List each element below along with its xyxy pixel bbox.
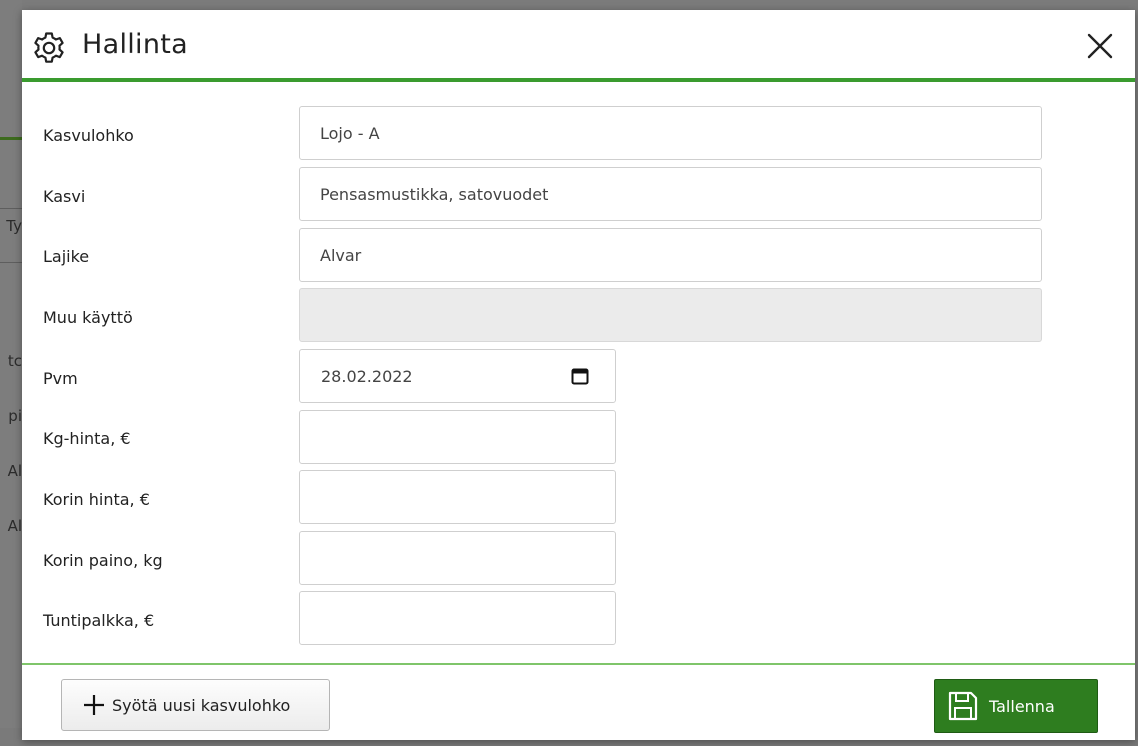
lajike-field[interactable]: Alvar (299, 228, 1042, 282)
save-label: Tallenna (989, 696, 1055, 716)
kg-hinta-field[interactable] (299, 410, 616, 464)
save-button[interactable]: Tallenna (934, 679, 1098, 733)
field-label-tuntipalkka: Tuntipalkka, € (43, 611, 155, 630)
kasvulohko-field[interactable]: Lojo - A (299, 106, 1042, 160)
dialog-title: Hallinta (82, 29, 188, 60)
tuntipalkka-field[interactable] (299, 591, 616, 645)
background-accent-line (0, 137, 22, 140)
field-label-pvm: Pvm (43, 369, 78, 388)
background-strip (0, 0, 22, 746)
field-label-korin-hinta: Korin hinta, € (43, 490, 150, 509)
close-icon[interactable] (1084, 30, 1116, 62)
field-label-korin-paino: Korin paino, kg (43, 551, 163, 570)
gear-icon (31, 30, 67, 66)
kasvi-field[interactable]: Pensasmustikka, satovuodet (299, 167, 1042, 221)
add-field-block-button[interactable]: Syötä uusi kasvulohko (61, 679, 330, 731)
dialog-footer: Syötä uusi kasvulohko Tallenna (22, 663, 1135, 740)
background-text: Al (7, 462, 22, 480)
field-label-kasvi: Kasvi (43, 187, 86, 206)
plus-icon (82, 693, 106, 717)
background-divider (0, 262, 22, 263)
field-label-lajike: Lajike (43, 247, 90, 266)
field-label-kasvulohko: Kasvulohko (43, 126, 134, 145)
field-label-muu-kaytto: Muu käyttö (43, 308, 133, 327)
kasvi-value: Pensasmustikka, satovuodet (320, 184, 549, 204)
save-icon (947, 690, 979, 722)
background-text: Ty (6, 217, 22, 235)
field-label-kg-hinta: Kg-hinta, € (43, 429, 131, 448)
calendar-icon[interactable] (571, 367, 589, 385)
dialog-header: Hallinta (22, 10, 1135, 82)
date-field[interactable]: 28.02.2022 (299, 349, 616, 403)
date-value: 28.02.2022 (321, 366, 413, 386)
management-dialog: Hallinta Kasvulohko Lojo - A Kasvi Pensa… (22, 10, 1135, 740)
muu-kaytto-field (299, 288, 1042, 342)
background-divider (0, 208, 22, 209)
korin-hinta-field[interactable] (299, 470, 616, 524)
kasvulohko-value: Lojo - A (320, 123, 380, 143)
dialog-body: Kasvulohko Lojo - A Kasvi Pensasmustikka… (22, 82, 1135, 668)
korin-paino-field[interactable] (299, 531, 616, 585)
add-field-block-label: Syötä uusi kasvulohko (112, 695, 291, 715)
background-text: pi (8, 407, 22, 425)
background-text: Al (7, 517, 22, 535)
background-text: tc (7, 352, 22, 370)
lajike-value: Alvar (320, 245, 362, 265)
